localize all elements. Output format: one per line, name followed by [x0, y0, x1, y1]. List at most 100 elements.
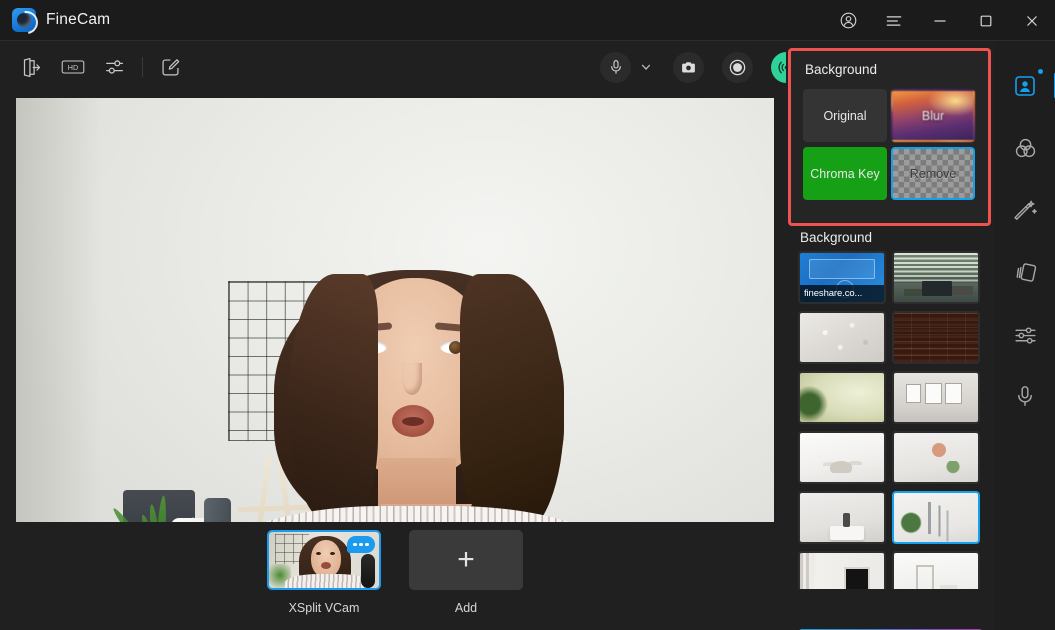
background-modes-title: Background — [805, 62, 878, 77]
person-hair-left — [288, 274, 378, 522]
notification-dot — [1038, 69, 1043, 74]
window-controls — [825, 0, 1055, 41]
mode-remove-label: Remove — [909, 166, 957, 181]
mode-remove[interactable]: Remove — [891, 147, 975, 200]
exit-arrow-icon — [23, 57, 40, 77]
background-thumb-office-blinds[interactable] — [892, 251, 980, 304]
background-thumb-picture-frames[interactable] — [892, 371, 980, 424]
person-shirt — [192, 506, 642, 522]
add-source-button[interactable]: + — [409, 530, 523, 590]
background-modes-grid: Original Blur Chroma Key Remove — [803, 89, 975, 200]
background-thumb-minimal-white-1[interactable] — [798, 431, 886, 484]
annotate-button[interactable] — [155, 52, 185, 82]
thumb-art — [894, 493, 978, 542]
rail-item-audio[interactable] — [1009, 380, 1041, 412]
app-logo-wrap: FineCam — [12, 8, 110, 32]
microphone-icon — [1018, 386, 1032, 407]
source-options-badge[interactable] — [347, 536, 375, 553]
mode-chroma-key-label: Chroma Key — [810, 166, 880, 181]
toolbar-separator — [142, 57, 143, 77]
svg-text:HD: HD — [68, 63, 78, 72]
mode-original-label: Original — [823, 108, 867, 123]
background-thumb-brick-wall[interactable] — [892, 311, 980, 364]
thumb-art — [894, 553, 978, 589]
plus-icon: + — [457, 543, 475, 576]
source-label: XSplit VCam — [288, 601, 360, 615]
magic-wand-icon — [1013, 200, 1037, 220]
finecam-window: FineCam HD XSplit VCam + Add Background … — [0, 0, 1055, 630]
account-icon — [840, 12, 856, 29]
thumb-art — [894, 313, 978, 362]
maximize-button[interactable] — [963, 0, 1009, 41]
mode-chroma-key[interactable]: Chroma Key — [803, 147, 887, 200]
rail-item-background[interactable] — [1009, 69, 1055, 102]
background-modes-card: Background Original Blur Chroma Key Remo… — [788, 48, 991, 226]
rail-item-beauty-effects[interactable] — [1009, 194, 1041, 226]
mode-blur-label: Blur — [921, 108, 945, 123]
close-icon — [1027, 15, 1037, 26]
person-mouth — [392, 405, 434, 437]
background-side-panel: Background Original Blur Chroma Key Remo… — [786, 41, 995, 630]
scene-person — [192, 248, 642, 522]
source-item-vcam[interactable]: XSplit VCam — [267, 530, 381, 615]
preview-scene — [16, 98, 774, 522]
background-thumb-bathroom-plants[interactable] — [892, 491, 980, 544]
person-nose — [402, 363, 422, 395]
sliders-icon — [106, 60, 123, 74]
person-hair-right — [460, 274, 564, 522]
settings-sliders-button[interactable] — [100, 52, 130, 82]
layers-icon — [1015, 262, 1036, 282]
hd-icon: HD — [61, 60, 85, 74]
thumb-art — [800, 433, 884, 482]
account-button[interactable] — [825, 0, 871, 41]
background-thumb-minimal-white-3[interactable] — [798, 491, 886, 544]
background-thumb-minimal-white-2[interactable] — [892, 431, 980, 484]
background-thumb-chair-corner[interactable] — [892, 551, 980, 589]
toolbar-right-group — [600, 41, 802, 93]
thumb-art — [894, 253, 978, 302]
record-button[interactable] — [722, 51, 753, 83]
video-preview[interactable] — [16, 98, 774, 522]
camera-sources-bar: XSplit VCam + Add — [16, 530, 774, 626]
source-thumbnail[interactable] — [267, 530, 381, 590]
minimize-button[interactable] — [917, 0, 963, 41]
portrait-icon — [1015, 76, 1035, 96]
export-output-button[interactable] — [16, 52, 46, 82]
mode-blur[interactable]: Blur — [891, 89, 975, 142]
snapshot-button[interactable] — [673, 51, 704, 83]
camera-icon — [682, 61, 695, 72]
title-bar: FineCam — [0, 0, 1055, 41]
background-thumb-plaster-wall[interactable] — [798, 311, 886, 364]
thumb-art — [894, 373, 978, 422]
rail-item-frames[interactable] — [1009, 256, 1041, 288]
hamburger-menu-icon — [886, 15, 902, 26]
background-thumb-fineshare-web[interactable]: fineshare.co... — [798, 251, 886, 304]
thumb-art — [800, 313, 884, 362]
close-button[interactable] — [1009, 0, 1055, 41]
toolbar-left-group: HD — [16, 52, 185, 82]
source-item-add[interactable]: + Add — [409, 530, 523, 615]
background-thumb-green-plant-wall[interactable] — [798, 371, 886, 424]
hd-quality-button[interactable]: HD — [58, 52, 88, 82]
maximize-icon — [980, 15, 992, 26]
rail-item-color-filter[interactable] — [1009, 132, 1041, 164]
tool-rail — [995, 41, 1055, 630]
microphone-dropdown[interactable] — [637, 55, 655, 79]
whiteboard-pen-icon — [161, 58, 179, 75]
menu-button[interactable] — [871, 0, 917, 41]
thumb-art — [800, 373, 884, 422]
finecam-logo-icon — [12, 8, 36, 32]
scene-grey-vase-tall — [204, 498, 231, 522]
background-thumbnail-grid: fineshare.co... — [798, 251, 983, 589]
chevron-down-icon — [641, 64, 651, 70]
thumb-art — [800, 553, 884, 589]
thumb-art — [894, 433, 978, 482]
rail-item-adjustments[interactable] — [1009, 318, 1041, 350]
add-source-label: Add — [454, 601, 478, 615]
background-thumb-door-frame[interactable] — [798, 551, 886, 589]
thumb-art — [800, 493, 884, 542]
microphone-button[interactable] — [600, 51, 631, 83]
mode-original[interactable]: Original — [803, 89, 887, 142]
sliders-icon — [1014, 326, 1036, 344]
app-title: FineCam — [46, 11, 111, 28]
